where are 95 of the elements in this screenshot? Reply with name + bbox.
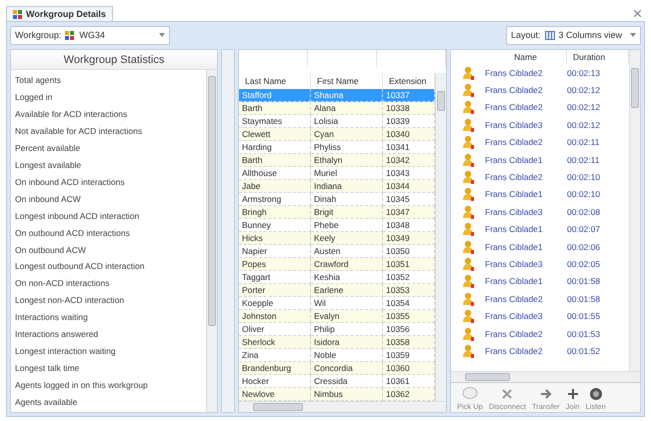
interaction-name: Frans Ciblade2 bbox=[485, 68, 544, 78]
interaction-name: Frans Ciblade1 bbox=[485, 154, 544, 165]
filter-field[interactable] bbox=[239, 50, 308, 67]
interaction-duration: 00:01:52 bbox=[567, 346, 602, 356]
interaction-name: Frans Ciblade3 bbox=[485, 120, 544, 130]
arrow-icon bbox=[538, 387, 553, 401]
interaction-duration: 00:02:10 bbox=[567, 172, 602, 182]
interaction-name: Frans Ciblade1 bbox=[485, 189, 544, 200]
plus-icon bbox=[566, 387, 580, 401]
interaction-name: Frans Ciblade3 bbox=[485, 311, 544, 322]
column-header[interactable]: Name bbox=[485, 50, 567, 64]
agent-icon bbox=[462, 292, 474, 306]
interaction-name: Frans Ciblade3 bbox=[485, 258, 544, 269]
headset-icon bbox=[588, 387, 603, 401]
agent-icon bbox=[462, 309, 474, 324]
statistic-label: Longest interaction waiting bbox=[15, 344, 117, 358]
interaction-name: Frans Ciblade2 bbox=[485, 85, 544, 96]
speech-bubble-icon bbox=[462, 387, 478, 401]
vertical-scrollbar[interactable] bbox=[206, 70, 217, 412]
agent-icon bbox=[462, 100, 474, 114]
interaction-duration: 00:02:05 bbox=[567, 258, 602, 269]
interaction-name: Frans Ciblade2 bbox=[485, 346, 544, 356]
interaction-duration: 00:02:12 bbox=[567, 85, 602, 96]
agent-icon bbox=[462, 135, 474, 150]
interaction-duration: 00:02:12 bbox=[567, 102, 602, 112]
agent-icon bbox=[462, 152, 474, 167]
statistic-label: Not available for ACD interactions bbox=[15, 125, 144, 138]
statistic-label: Longest non-ACD interaction bbox=[15, 294, 126, 308]
dropdown-caret-icon bbox=[630, 33, 636, 37]
horizontal-scrollbar[interactable] bbox=[451, 371, 640, 382]
group-icon bbox=[65, 30, 76, 40]
cross-icon bbox=[500, 387, 514, 401]
agent-icon bbox=[462, 170, 474, 184]
document-tab[interactable]: Workgroup Details bbox=[6, 6, 113, 21]
agent-icon bbox=[462, 222, 474, 236]
interaction-duration: 00:01:55 bbox=[567, 311, 602, 322]
interaction-name: Frans Ciblade1 bbox=[485, 242, 544, 252]
interaction-duration: 00:02:11 bbox=[567, 137, 600, 148]
interaction-name: Frans Ciblade2 bbox=[485, 102, 544, 112]
agent-icon bbox=[462, 204, 474, 219]
agent-icon bbox=[462, 83, 474, 98]
interaction-name: Frans Ciblade1 bbox=[485, 224, 544, 234]
horizontal-scrollbar[interactable] bbox=[239, 401, 446, 412]
interaction-duration: 00:01:58 bbox=[567, 294, 602, 304]
agent-icon bbox=[462, 256, 474, 271]
vertical-scrollbar[interactable] bbox=[435, 73, 446, 401]
statistic-label: Interactions waiting bbox=[15, 311, 89, 324]
agent-icon bbox=[462, 344, 474, 358]
interaction-name: Frans Ciblade2 bbox=[485, 137, 544, 148]
dropdown-caret-icon bbox=[159, 33, 165, 37]
interaction-duration: 00:02:08 bbox=[567, 206, 602, 217]
statistic-label: Longest talk time bbox=[15, 362, 80, 375]
interaction-duration: 00:02:11 bbox=[567, 154, 600, 165]
statistic-label: Longest available bbox=[15, 158, 82, 172]
statistic-label: Available for ACD interactions bbox=[15, 108, 128, 122]
workgroup-dropdown[interactable]: Workgroup: WG34 bbox=[10, 26, 170, 44]
statistic-label: Interactions answered bbox=[15, 328, 100, 342]
interaction-duration: 00:02:06 bbox=[567, 242, 602, 252]
interaction-duration: 00:01:53 bbox=[567, 328, 602, 339]
statistic-label: On non-ACD interactions bbox=[15, 277, 110, 290]
statistic-label: On outbound ACD interactions bbox=[15, 226, 131, 240]
close-icon[interactable] bbox=[634, 10, 641, 17]
interaction-name: Frans Ciblade2 bbox=[485, 172, 544, 182]
interaction-name: Frans Ciblade1 bbox=[485, 276, 544, 286]
agent-icon bbox=[462, 274, 474, 288]
statistic-label: Agents logged in on this workgroup bbox=[15, 378, 149, 392]
statistic-label: On outbound ACW bbox=[15, 244, 87, 257]
statistic-label: Total agents bbox=[15, 74, 62, 88]
interaction-duration: 00:02:07 bbox=[567, 224, 602, 234]
statistic-label: Agents available bbox=[15, 396, 78, 409]
agent-icon bbox=[462, 187, 474, 202]
interaction-duration: 00:01:58 bbox=[567, 276, 602, 286]
filter-field[interactable] bbox=[308, 50, 377, 67]
agent-icon bbox=[462, 326, 474, 341]
statistic-label: On inbound ACD interactions bbox=[15, 176, 126, 189]
statistic-label: Longest outbound ACD interaction bbox=[15, 260, 146, 274]
interaction-duration: 00:02:13 bbox=[567, 68, 602, 78]
statistic-label: Logged in bbox=[15, 91, 54, 104]
interaction-name: Frans Ciblade3 bbox=[485, 206, 544, 217]
statistic-label: Percent available bbox=[15, 142, 82, 156]
group-icon bbox=[13, 10, 23, 18]
agent-icon bbox=[462, 66, 474, 80]
agent-icon bbox=[462, 118, 474, 132]
statistic-label: Longest inbound ACD interaction bbox=[15, 210, 140, 223]
interaction-duration: 00:02:12 bbox=[567, 120, 602, 130]
vertical-scrollbar[interactable] bbox=[629, 50, 640, 371]
interaction-name: Frans Ciblade2 bbox=[485, 294, 544, 304]
agent-icon bbox=[462, 240, 474, 254]
columns-icon bbox=[544, 30, 555, 40]
filter-field[interactable] bbox=[377, 50, 446, 67]
splitter[interactable] bbox=[221, 49, 235, 413]
layout-dropdown[interactable]: Layout: 3 Columns view bbox=[506, 26, 641, 44]
interaction-duration: 00:02:10 bbox=[567, 189, 602, 200]
interaction-name: Frans Ciblade2 bbox=[485, 328, 544, 339]
statistic-label: On inbound ACW bbox=[15, 192, 82, 206]
